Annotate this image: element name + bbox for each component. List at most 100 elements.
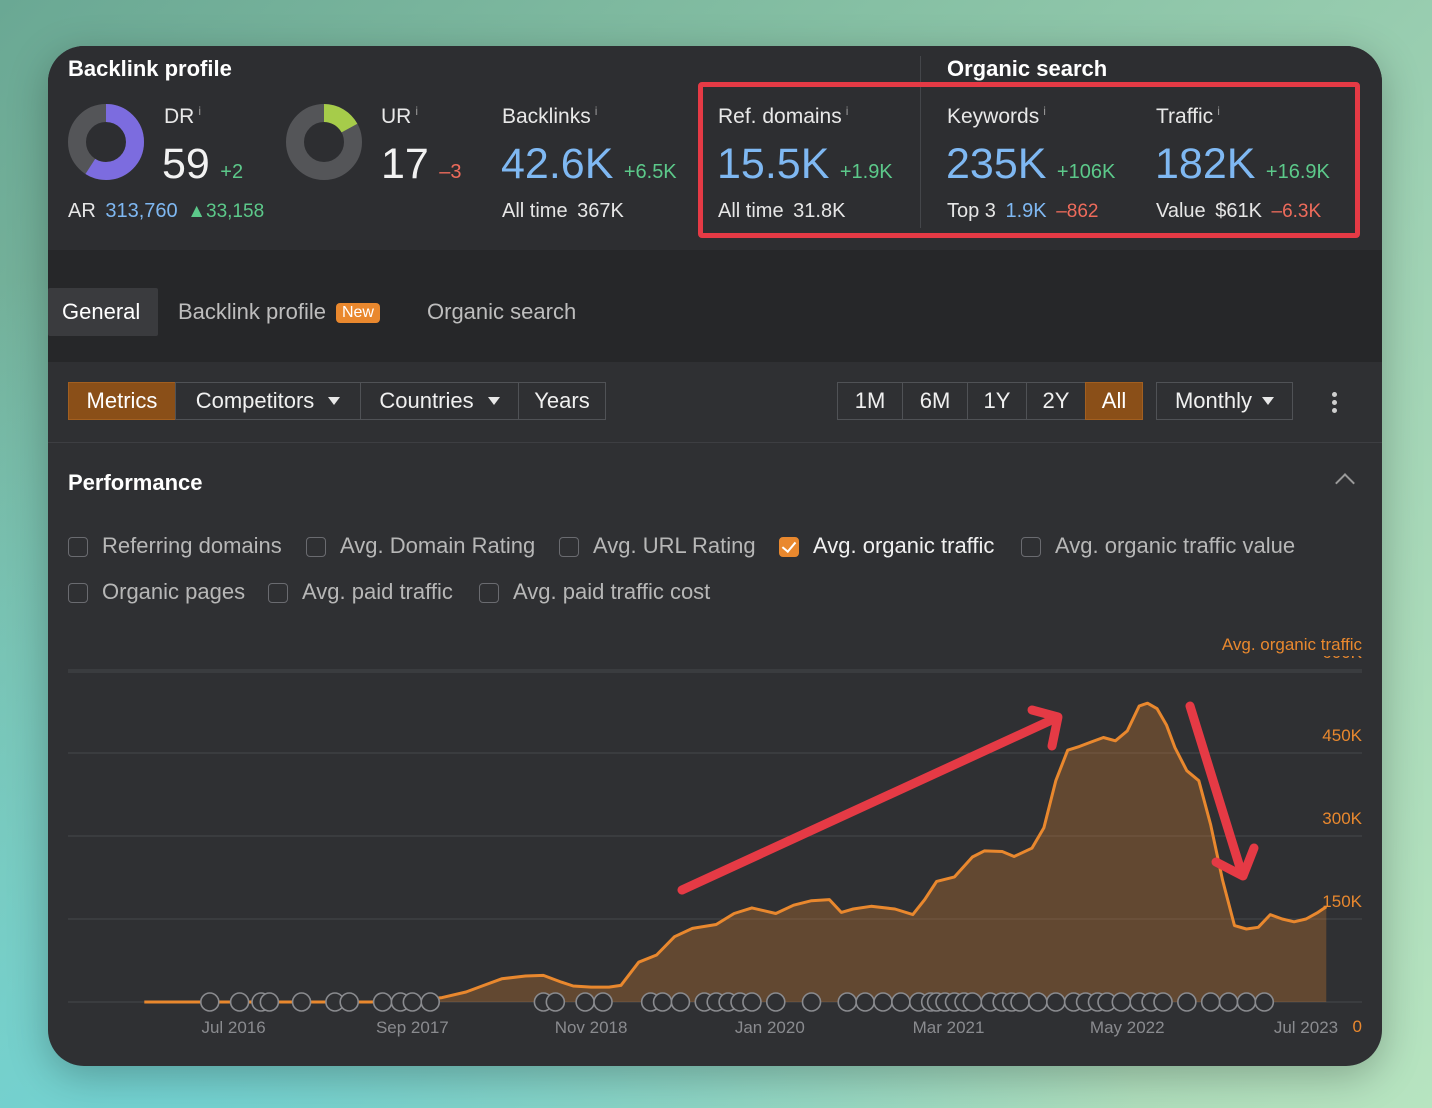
range-1y-button[interactable]: 1Y [967,382,1027,420]
range-all-button[interactable]: All [1085,382,1143,420]
metrics-button[interactable]: Metrics [68,382,176,420]
annotation-marker-icon[interactable] [765,992,786,1012]
backlinks-alltime: All time 367K [502,200,624,223]
checkbox-referring-domains[interactable]: Referring domains [68,532,282,560]
ur-value: 17 [381,140,429,188]
backlinks-value[interactable]: 42.6K [501,140,613,188]
annotation-marker-icon[interactable] [199,992,220,1012]
range-2y-button[interactable]: 2Y [1026,382,1086,420]
ur-donut-chart [286,104,362,180]
annotation-marker-icon[interactable] [855,992,875,1012]
countries-dropdown[interactable]: Countries [360,382,519,420]
organic-search-title: Organic search [947,56,1108,81]
checkbox-box[interactable] [1021,537,1041,557]
annotation-marker-icon[interactable] [259,992,280,1012]
backlinks-label: Backlinks i [502,104,598,128]
interval-dropdown[interactable]: Monthly [1156,382,1293,420]
annotation-marker-icon[interactable] [1028,992,1048,1012]
annotation-marker-icon[interactable] [801,992,822,1012]
tab-backlink-profile[interactable]: Backlink profile New [178,288,380,336]
annotation-marker-icon[interactable] [372,992,393,1012]
annotation-marker-icon[interactable] [402,992,423,1012]
annotation-marker-icon[interactable] [1153,992,1173,1012]
y-tick-label: 450K [1322,726,1362,745]
annotation-marker-icon[interactable] [291,992,312,1012]
annotation-marker-icon[interactable] [1236,992,1257,1012]
dr-value-row: 59 +2 [162,140,243,189]
ar-value[interactable]: 313,760 [105,200,177,222]
checkbox-avg-domain-rating[interactable]: Avg. Domain Rating [306,532,535,560]
dr-delta: +2 [220,161,244,183]
y-tick-label: 0 [1353,1017,1362,1036]
annotation-marker-icon[interactable] [593,992,613,1012]
checkbox-box[interactable] [779,537,799,557]
x-tick-label: Nov 2018 [555,1018,628,1037]
annotation-marker-icon[interactable] [652,992,673,1012]
checkbox-avg-url-rating[interactable]: Avg. URL Rating [559,532,756,560]
countries-label: Countries [379,388,474,413]
annotation-marker-icon[interactable] [229,992,250,1012]
collapse-chevron-icon[interactable] [1335,473,1355,493]
range-1m-button[interactable]: 1M [837,382,903,420]
checkbox-box[interactable] [268,583,288,603]
performance-title: Performance [68,470,203,495]
tab-organic-search[interactable]: Organic search [427,288,576,336]
chevron-down-icon [1262,397,1275,405]
checkbox-label: Avg. paid traffic cost [513,579,711,604]
checkbox-organic-pages[interactable]: Organic pages [68,578,245,606]
checkbox-avg-organic-traffic[interactable]: Avg. organic traffic [779,532,994,560]
chart-legend-label: Avg. organic traffic [1221,635,1362,654]
checkbox-avg-paid-traffic[interactable]: Avg. paid traffic [268,578,453,606]
y-tick-label: 600K [1322,656,1362,662]
info-icon[interactable]: i [415,104,418,118]
annotation-marker-icon[interactable] [1177,992,1197,1012]
years-button[interactable]: Years [518,382,606,420]
annotation-marker-icon[interactable] [1111,992,1132,1012]
x-tick-label: Jul 2016 [201,1018,265,1037]
annotation-marker-icon[interactable] [1200,992,1221,1012]
dr-donut-chart [68,104,144,180]
info-icon[interactable]: i [198,104,201,118]
annotation-marker-icon[interactable] [1045,992,1066,1012]
annotation-marker-icon[interactable] [1218,992,1239,1012]
annotation-marker-icon[interactable] [742,992,762,1012]
annotation-marker-icon[interactable] [891,992,911,1012]
range-6m-button[interactable]: 6M [902,382,968,420]
tab-general[interactable]: General [48,288,159,336]
chevron-down-icon [487,397,500,405]
checkbox-label: Organic pages [102,579,246,604]
annotation-marker-icon[interactable] [545,992,566,1012]
backlinks-alltime-label: All time [502,200,568,222]
checkbox-label: Avg. paid traffic [302,579,453,604]
chevron-down-icon [328,397,341,405]
x-tick-label: Sep 2017 [376,1018,449,1037]
checkbox-avg-organic-traffic-value[interactable]: Avg. organic traffic value [1021,532,1295,560]
annotation-marker-icon[interactable] [962,992,983,1012]
competitors-label: Competitors [195,388,315,413]
checkbox-box[interactable] [68,537,88,557]
checkbox-avg-paid-traffic-cost[interactable]: Avg. paid traffic cost [479,578,710,606]
annotation-marker-icon[interactable] [1010,992,1030,1012]
info-icon[interactable]: i [595,104,598,118]
annotation-marker-icon[interactable] [339,992,360,1012]
annotation-marker-icon[interactable] [575,992,595,1012]
ar-row: AR 313,760 ▲33,158 [68,200,264,223]
x-tick-label: Mar 2021 [913,1018,985,1037]
ur-label: UR i [381,104,419,128]
annotation-marker-icon[interactable] [670,992,691,1012]
checkbox-box[interactable] [479,583,499,603]
checkbox-box[interactable] [68,583,88,603]
annotation-marker-icon[interactable] [420,992,441,1012]
annotation-marker-icon[interactable] [873,992,893,1012]
more-options-icon[interactable] [1326,389,1342,416]
checkbox-label: Avg. organic traffic value [1055,533,1296,558]
competitors-dropdown[interactable]: Competitors [175,382,361,420]
checkbox-box[interactable] [306,537,326,557]
ar-delta: ▲33,158 [187,201,265,222]
header-gap [48,250,1382,288]
checkbox-label: Avg. URL Rating [593,533,756,558]
ur-value-row: 17 –3 [381,140,462,189]
annotation-marker-icon[interactable] [1254,992,1275,1012]
annotation-marker-icon[interactable] [837,992,858,1012]
checkbox-box[interactable] [559,537,579,557]
